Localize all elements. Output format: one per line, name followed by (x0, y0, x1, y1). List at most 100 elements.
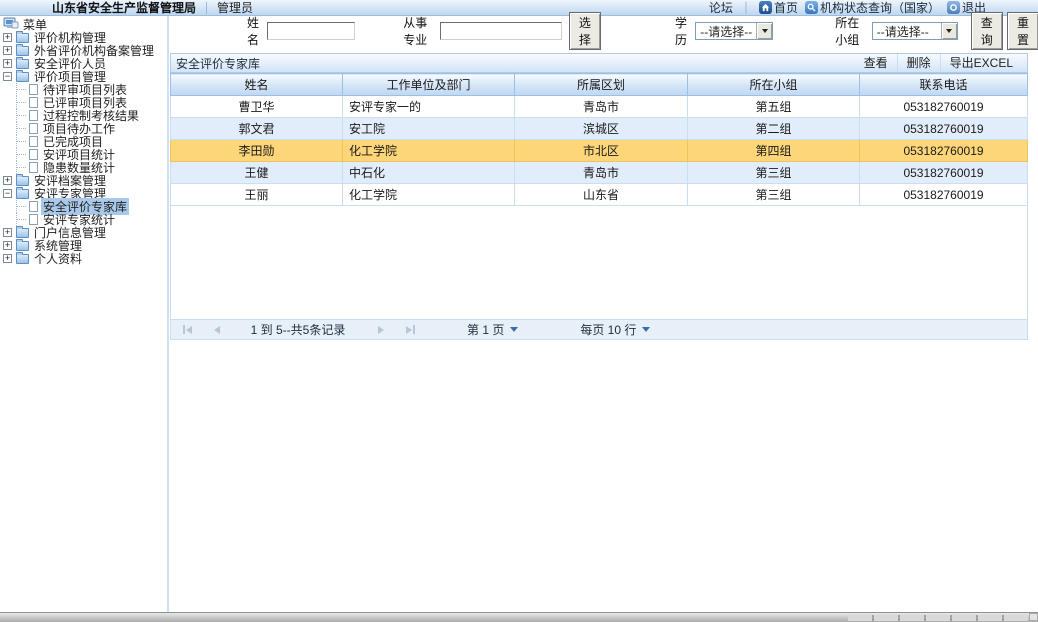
chevron-down-icon (642, 327, 650, 332)
topbar-separator (206, 2, 207, 14)
tree-node[interactable]: + 个人资料 (3, 252, 167, 265)
table-cell: 第三组 (688, 162, 860, 184)
magnifier-icon (805, 1, 818, 14)
table-cell: 安工院 (343, 118, 515, 140)
expand-icon[interactable]: + (3, 46, 12, 55)
table-cell: 第二组 (688, 118, 860, 140)
document-icon (29, 84, 38, 95)
panel-title: 安全评价专家库 (176, 55, 260, 72)
folder-icon (16, 228, 29, 238)
tree-connector (16, 213, 28, 226)
profession-label: 从事专业 (403, 14, 435, 48)
column-header: 所在小组 (688, 74, 860, 96)
select-button[interactable]: 选择 (569, 12, 601, 50)
query-button[interactable]: 查询 (971, 12, 1003, 50)
page-number-select[interactable]: 第 1 页 (467, 321, 518, 338)
table-row[interactable]: 李田勋化工学院市北区第四组053182760019 (171, 140, 1028, 162)
logout-icon (947, 1, 960, 14)
document-icon (29, 110, 38, 121)
table-row[interactable]: 曹卫华安评专家一的青岛市第五组053182760019 (171, 96, 1028, 118)
table-cell: 化工学院 (343, 140, 515, 162)
expand-icon[interactable]: + (3, 228, 12, 237)
export-excel-button[interactable]: 导出EXCEL (940, 54, 1022, 72)
panel-actions: 查看删除导出EXCEL (855, 54, 1022, 72)
profession-input[interactable] (440, 22, 562, 40)
document-icon (29, 201, 38, 212)
table-cell: 053182760019 (860, 140, 1028, 162)
sidebar-tree: +评价机构管理+外省评价机构备案管理+安全评价人员−评价项目管理待评审项目列表已… (0, 31, 167, 265)
folder-icon (16, 72, 29, 82)
table-row[interactable]: 王丽化工学院山东省第三组053182760019 (171, 184, 1028, 206)
collapse-icon[interactable]: − (3, 72, 12, 81)
folder-icon (16, 46, 29, 56)
name-label: 姓名 (247, 14, 263, 48)
table-cell: 曹卫华 (171, 96, 343, 118)
document-icon (29, 136, 38, 147)
group-select[interactable]: --请选择-- (872, 22, 958, 40)
next-page-button[interactable] (374, 326, 388, 334)
view-button[interactable]: 查看 (855, 54, 897, 72)
chevron-down-icon (756, 23, 772, 39)
education-label: 学历 (675, 14, 691, 48)
sidebar: 菜单 +评价机构管理+外省评价机构备案管理+安全评价人员−评价项目管理待评审项目… (0, 16, 169, 612)
last-page-button[interactable] (402, 325, 419, 334)
table-cell: 第三组 (688, 184, 860, 206)
panel-header: 安全评价专家库 查看删除导出EXCEL (170, 53, 1028, 73)
topbar-divider: ｜ (740, 0, 752, 16)
tree-connector (16, 122, 28, 135)
tree-connector (16, 135, 28, 148)
table-cell: 中石化 (343, 162, 515, 184)
table-cell: 第五组 (688, 96, 860, 118)
expert-table: 姓名工作单位及部门所属区划所在小组联系电话 曹卫华安评专家一的青岛市第五组053… (170, 73, 1028, 206)
previous-page-button[interactable] (210, 326, 224, 334)
table-cell: 李田勋 (171, 140, 343, 162)
home-icon (759, 1, 772, 14)
expand-icon[interactable]: + (3, 241, 12, 250)
folder-icon (16, 189, 29, 199)
table-cell: 王健 (171, 162, 343, 184)
table-cell: 王丽 (171, 184, 343, 206)
forum-link[interactable]: 论坛 (709, 0, 733, 16)
table-row[interactable]: 郭文君安工院滨城区第二组053182760019 (171, 118, 1028, 140)
tree-node[interactable]: +门户信息管理 (3, 226, 167, 239)
table-cell: 山东省 (515, 184, 688, 206)
tree-connector (16, 109, 28, 122)
tree-node-label: 个人资料 (32, 250, 84, 267)
first-page-button[interactable] (179, 325, 196, 334)
chevron-down-icon (941, 23, 957, 39)
folder-icon (16, 176, 29, 186)
table-cell: 市北区 (515, 140, 688, 162)
collapse-icon[interactable]: − (3, 189, 12, 198)
expand-icon[interactable]: + (3, 176, 12, 185)
name-input[interactable] (267, 22, 355, 40)
app-title: 山东省安全生产监督管理局 (52, 0, 196, 16)
folder-icon (16, 33, 29, 43)
table-cell: 青岛市 (515, 96, 688, 118)
delete-button[interactable]: 删除 (897, 54, 940, 72)
table-cell: 滨城区 (515, 118, 688, 140)
column-header: 姓名 (171, 74, 343, 96)
expand-icon[interactable]: + (3, 254, 12, 263)
home-link[interactable]: 首页 (759, 0, 798, 16)
table-cell: 053182760019 (860, 184, 1028, 206)
table-cell: 安评专家一的 (343, 96, 515, 118)
folder-icon (16, 241, 29, 251)
table-cell: 第四组 (688, 140, 860, 162)
search-form: 姓名 从事专业 选择 学历 --请选择-- 所在小组 --请选择-- 查询 重置 (169, 16, 1038, 46)
table-cell: 053182760019 (860, 96, 1028, 118)
statusbar-segments (848, 615, 1028, 621)
table-row[interactable]: 王健中石化青岛市第三组053182760019 (171, 162, 1028, 184)
education-select[interactable]: --请选择-- (695, 22, 773, 40)
tree-connector (16, 83, 28, 96)
org-status-query-link[interactable]: 机构状态查询（国家） (805, 0, 940, 16)
document-icon (29, 149, 38, 160)
top-bar: 山东省安全生产监督管理局 管理员 论坛 ｜ 首页 机构状态查询（国家） 退出 (0, 0, 1038, 16)
table-cell: 青岛市 (515, 162, 688, 184)
reset-button[interactable]: 重置 (1007, 12, 1038, 50)
page-size-select[interactable]: 每页 10 行 (580, 321, 650, 338)
expand-icon[interactable]: + (3, 59, 12, 68)
column-header: 所属区划 (515, 74, 688, 96)
main-content: 姓名 从事专业 选择 学历 --请选择-- 所在小组 --请选择-- 查询 重置… (169, 16, 1038, 612)
group-label: 所在小组 (835, 14, 867, 48)
expand-icon[interactable]: + (3, 33, 12, 42)
